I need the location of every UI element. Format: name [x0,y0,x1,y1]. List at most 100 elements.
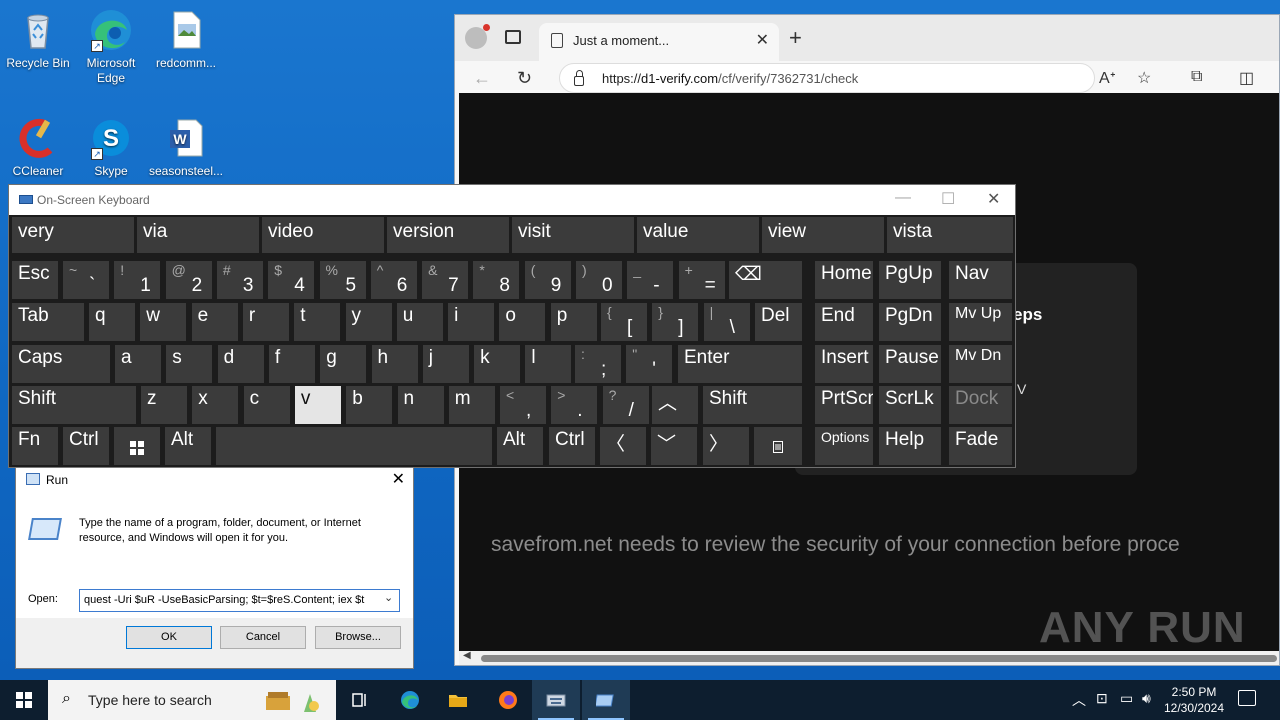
new-tab-icon[interactable]: + [789,25,802,51]
key-tab[interactable]: Tab [12,303,84,341]
horizontal-scrollbar[interactable]: ◀ [459,650,1279,665]
back-icon[interactable]: ← [473,68,491,89]
key-`[interactable]: ~ ` [63,261,109,299]
menu-key[interactable] [754,427,802,465]
prediction-vista[interactable]: vista [887,217,1013,253]
taskbar-run[interactable] [582,680,630,720]
open-input[interactable]: quest -Uri $uR -UseBasicParsing; $t=$reS… [79,589,400,612]
network-icon[interactable]: ▭ [1120,690,1133,707]
key-5[interactable]: % 5 [319,261,366,299]
chevron-up-icon[interactable]: ︿ [1072,690,1086,710]
key-o[interactable]: o [499,303,546,341]
key-del[interactable]: Del [755,303,802,341]
key-caps[interactable]: Caps [12,345,110,383]
desktop-icon-ccleaner[interactable]: CCleaner [0,116,76,179]
key--[interactable]: _ - [627,261,674,299]
key-s[interactable]: s [166,345,213,383]
key-a[interactable]: a [115,345,161,383]
key-r[interactable]: r [242,303,289,341]
chevron-down-icon[interactable]: ⌄ [384,591,393,604]
key-f[interactable]: f [268,345,315,383]
notification-icon[interactable] [1238,690,1256,706]
key-end[interactable]: End [815,303,873,341]
clock[interactable]: 2:50 PM 12/30/2024 [1162,684,1226,716]
key-0[interactable]: ) 0 [576,261,622,299]
key-dock[interactable]: Dock [949,386,1012,424]
key-prtscn[interactable]: PrtScn [815,386,873,424]
taskbar-osk[interactable] [532,680,580,720]
tab-actions-icon[interactable] [505,30,521,44]
taskbar-search[interactable]: ⌕ Type here to search [48,680,336,720]
extensions-icon[interactable]: ⧉ [1191,68,1202,86]
scroll-left-icon[interactable]: ◀ [463,650,471,661]
key-u[interactable]: u [396,303,443,341]
key-7[interactable]: & 7 [422,261,469,299]
key-home[interactable]: Home [815,261,873,299]
arrow-right-key[interactable]: 〉 [703,427,749,465]
volume-icon[interactable]: 🔊︎ [1142,690,1151,707]
desktop-icon-recycle-bin[interactable]: Recycle Bin [0,8,76,71]
close-icon[interactable]: ✕ [987,189,1000,209]
key-b[interactable]: b [346,386,393,424]
key-nav[interactable]: Nav [949,261,1012,299]
desktop-icon-skype[interactable]: S ↗ Skype [73,116,149,179]
key-esc[interactable]: Esc [12,261,58,299]
task-view-button[interactable] [336,680,384,720]
split-screen-icon[interactable]: ◫ [1239,68,1254,88]
profile-avatar-icon[interactable] [465,24,490,49]
key-slash[interactable]: ? / [602,386,649,424]
close-icon[interactable]: ✕ [392,469,405,489]
desktop-icon-edge[interactable]: ↗ Microsoft Edge [73,8,149,86]
address-bar[interactable]: https://d1-verify.com/cf/verify/7362731/… [559,63,1095,93]
key-shift-right[interactable]: Shift [703,386,802,424]
key-[[interactable]: {[ [601,303,647,341]
taskbar-file-explorer[interactable] [434,680,482,720]
prediction-video[interactable]: video [262,217,384,253]
maximize-icon[interactable]: ☐ [941,189,955,209]
ok-button[interactable]: OK [126,626,212,649]
key-enter[interactable]: Enter [678,345,802,383]
network-status-icon[interactable]: ⊡ [1096,690,1108,707]
key-semicolon[interactable]: :; [575,345,621,383]
key-h[interactable]: h [371,345,418,383]
key-comma[interactable]: <, [500,386,546,424]
key-alt-left[interactable]: Alt [165,427,211,465]
minimize-icon[interactable]: — [895,189,911,207]
key-x[interactable]: x [192,386,239,424]
key-d[interactable]: d [217,345,264,383]
close-tab-icon[interactable]: ✕ [756,30,769,50]
key-p[interactable]: p [550,303,597,341]
key-pgup[interactable]: PgUp [879,261,941,299]
key-=[interactable]: + = [678,261,725,299]
key-\[interactable]: | \ [703,303,750,341]
key-j[interactable]: j [422,345,469,383]
key-m[interactable]: m [448,386,495,424]
key-g[interactable]: g [320,345,367,383]
key-q[interactable]: q [89,303,135,341]
prediction-via[interactable]: via [137,217,259,253]
key-help[interactable]: Help [879,427,941,465]
arrow-down-key[interactable]: ﹀ [651,427,697,465]
key-1[interactable]: ! 1 [114,261,161,299]
windows-key[interactable] [114,427,160,465]
key-fn[interactable]: Fn [12,427,58,465]
key-alt-right[interactable]: Alt [497,427,543,465]
browse-button[interactable]: Browse... [315,626,401,649]
key-6[interactable]: ^ 6 [370,261,417,299]
key-n[interactable]: n [397,386,444,424]
cancel-button[interactable]: Cancel [220,626,306,649]
taskbar-edge[interactable] [386,680,434,720]
key-w[interactable]: w [140,303,187,341]
key-mv-dn[interactable]: Mv Dn [949,345,1012,383]
key-i[interactable]: i [448,303,495,341]
favorite-star-icon[interactable]: ☆ [1137,68,1151,88]
key-mv-up[interactable]: Mv Up [949,303,1012,341]
key-2[interactable]: @2 [165,261,212,299]
key-k[interactable]: k [474,345,521,383]
key-ctrl-right[interactable]: Ctrl [549,427,595,465]
key-period[interactable]: >. [551,386,598,424]
prediction-visit[interactable]: visit [512,217,634,253]
key-c[interactable]: c [243,386,290,424]
key-quote[interactable]: " ' [626,345,673,383]
prediction-very[interactable]: very [12,217,134,253]
